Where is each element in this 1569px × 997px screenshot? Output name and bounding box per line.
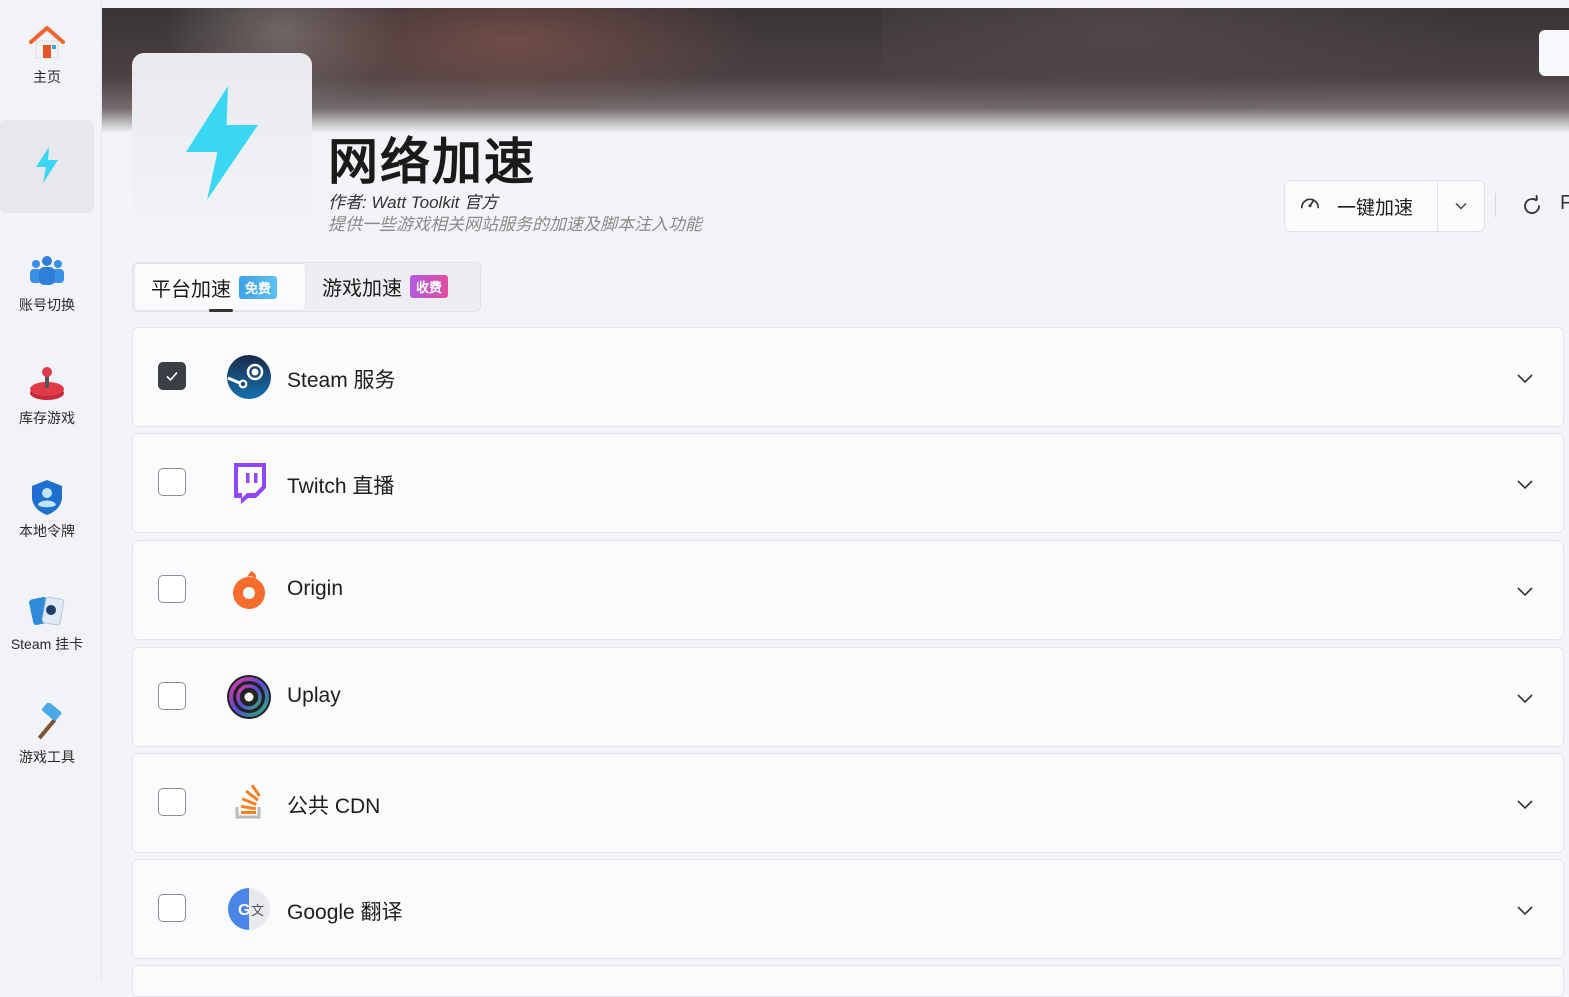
main-content: 网络加速 作者: Watt Toolkit 官方 提供一些游戏相关网站服务的加速…: [102, 0, 1569, 997]
clipped-toolbar-button[interactable]: F: [1560, 192, 1569, 215]
checkbox[interactable]: [158, 468, 186, 496]
stack-icon: [226, 780, 272, 826]
chevron-down-icon: [1517, 587, 1533, 597]
tab-platform-accel[interactable]: 平台加速 免费: [134, 263, 306, 312]
list-item-partial[interactable]: [132, 965, 1564, 997]
google-translate-icon: G 文: [226, 886, 272, 932]
service-label: Twitch 直播: [287, 475, 395, 498]
sidebar-item-label: 主页: [33, 68, 61, 85]
page-title: 网络加速: [328, 134, 536, 190]
plugin-logo: [132, 53, 312, 233]
sidebar-item-network-accel[interactable]: [0, 120, 94, 213]
service-label: Uplay: [287, 684, 341, 707]
list-item-steam[interactable]: Steam 服务: [132, 327, 1564, 427]
list-item-public-cdn[interactable]: 公共 CDN: [132, 753, 1564, 853]
sidebar-item-label: 账号切换: [19, 296, 75, 313]
refresh-button[interactable]: [1520, 194, 1544, 223]
expand-chevron[interactable]: [1515, 794, 1535, 819]
lightning-icon: [27, 145, 67, 185]
joystick-icon: [27, 364, 67, 404]
tab-game-accel[interactable]: 游戏加速 收费: [306, 263, 478, 309]
one-click-accelerate-button[interactable]: 一键加速: [1285, 181, 1438, 231]
service-label: Origin: [287, 577, 344, 600]
list-item-twitch[interactable]: Twitch 直播: [132, 433, 1564, 533]
one-click-accelerate-split-button: 一键加速: [1284, 180, 1485, 232]
svg-text:G: G: [238, 902, 250, 919]
checkbox[interactable]: [158, 682, 186, 710]
service-label: 公共 CDN: [287, 795, 381, 818]
speedometer-icon: [1299, 192, 1321, 220]
checkbox[interactable]: [158, 788, 186, 816]
svg-text:文: 文: [251, 904, 264, 919]
chevron-down-icon: [1517, 694, 1533, 704]
paid-badge: 收费: [410, 274, 449, 298]
sidebar-item-steam-idle[interactable]: Steam 挂卡: [0, 575, 94, 668]
twitch-icon: [226, 460, 272, 506]
sidebar-item-label: Steam 挂卡: [10, 635, 84, 652]
chevron-down-icon: [1455, 202, 1467, 210]
users-icon: [27, 251, 67, 291]
sidebar-item-home[interactable]: 主页: [0, 8, 94, 101]
chevron-down-icon: [1517, 374, 1533, 384]
toolbar-separator: [1495, 193, 1496, 217]
hammer-icon: [27, 702, 67, 743]
one-click-accelerate-label: 一键加速: [1337, 197, 1414, 219]
service-label: Steam 服务: [287, 369, 396, 392]
cards-icon: [27, 590, 67, 630]
sidebar-item-local-token[interactable]: 本地令牌: [0, 462, 94, 555]
chevron-down-icon: [1517, 480, 1533, 490]
sidebar-item-game-tools[interactable]: 游戏工具: [0, 688, 94, 781]
checkbox[interactable]: [158, 575, 186, 603]
steam-icon: [226, 354, 272, 400]
sidebar-item-label: 游戏工具: [19, 748, 75, 765]
tab-label: 平台加速: [151, 278, 231, 301]
banner-side-button[interactable]: [1539, 30, 1569, 76]
sidebar-item-label: 库存游戏: [19, 409, 75, 426]
expand-chevron[interactable]: [1515, 900, 1535, 925]
checkbox[interactable]: [158, 362, 186, 390]
lightning-icon: [186, 86, 258, 200]
expand-chevron[interactable]: [1515, 581, 1535, 606]
free-badge: 免费: [239, 275, 278, 299]
refresh-icon: [1524, 194, 1540, 214]
list-item-origin[interactable]: Origin: [132, 540, 1564, 640]
checkbox[interactable]: [158, 894, 186, 922]
sidebar-item-label: 本地令牌: [19, 522, 75, 539]
home-icon: [27, 23, 67, 63]
origin-icon: [226, 567, 272, 613]
list-item-google-translate[interactable]: G 文 Google 翻译: [132, 859, 1564, 959]
plugin-description: 提供一些游戏相关网站服务的加速及脚本注入功能: [328, 215, 702, 234]
chevron-down-icon: [1517, 800, 1533, 810]
sidebar-item-library-games[interactable]: 库存游戏: [0, 349, 94, 442]
active-tab-indicator: [209, 309, 233, 312]
checkmark-icon: [166, 371, 178, 382]
chevron-down-icon: [1517, 906, 1533, 916]
sidebar-item-account-switch[interactable]: 账号切换: [0, 236, 94, 329]
expand-chevron[interactable]: [1515, 688, 1535, 713]
service-label: Google 翻译: [287, 901, 403, 924]
tab-label: 游戏加速: [322, 277, 402, 300]
expand-chevron[interactable]: [1515, 474, 1535, 499]
shield-user-icon: [27, 477, 67, 517]
sidebar: 主页 账号切换 库存游戏 本地令牌 Steam 挂卡 游戏工具: [0, 0, 102, 980]
list-item-uplay[interactable]: Uplay: [132, 647, 1564, 747]
category-tabs: 平台加速 免费 游戏加速 收费: [132, 262, 481, 312]
uplay-icon: [226, 674, 272, 720]
header-banner: [102, 8, 1569, 133]
expand-chevron[interactable]: [1515, 368, 1535, 393]
accelerate-dropdown-button[interactable]: [1438, 199, 1484, 213]
